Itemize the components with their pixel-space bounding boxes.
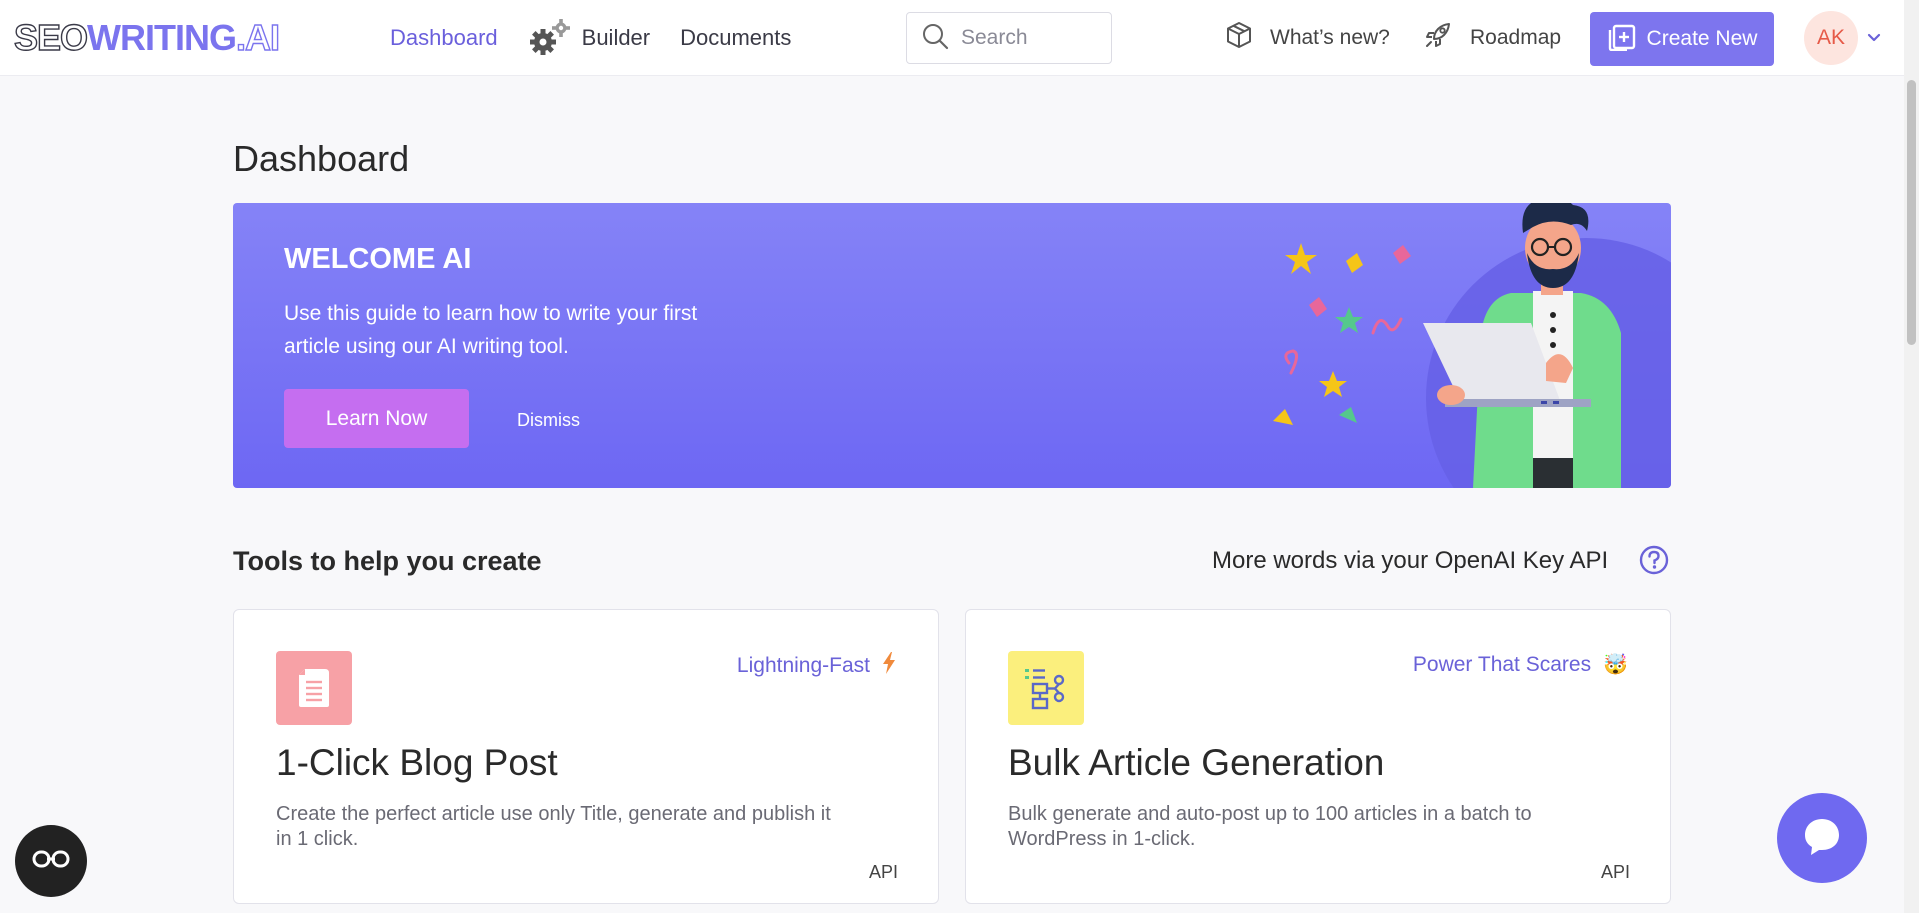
writer-illustration <box>1273 203 1671 488</box>
welcome-banner: WELCOME AI Use this guide to learn how t… <box>233 203 1671 488</box>
learn-now-button[interactable]: Learn Now <box>284 389 469 448</box>
nav-builder-label: Builder <box>581 25 651 50</box>
chat-widget-button[interactable] <box>1777 793 1867 883</box>
logo-seo-text: SEO <box>13 16 88 58</box>
page-scrollbar[interactable] <box>1904 0 1919 913</box>
whats-new-link[interactable]: What’s new? <box>1226 0 1390 76</box>
openai-key-api-link[interactable]: More words via your OpenAI Key API <box>1212 547 1608 575</box>
card-tag: Power That Scares 🤯 <box>1413 652 1628 677</box>
accessibility-toggle-button[interactable] <box>15 825 87 897</box>
logo-writing-text: WRITING <box>87 17 237 58</box>
rocket-icon <box>1424 21 1470 55</box>
card-tag-label: Power That Scares <box>1412 652 1592 676</box>
card-description: Bulk generate and auto-post up to 100 ar… <box>1008 803 1532 850</box>
chat-bubble-icon <box>1799 813 1845 864</box>
card-description: Create the perfect article use only Titl… <box>276 803 831 850</box>
page-title: Dashboard <box>233 138 410 179</box>
question-circle-icon[interactable] <box>1639 545 1669 580</box>
top-navbar: SEO WRITING .AI Dashboard Builder Docume… <box>0 0 1919 76</box>
nav-documents[interactable]: Documents <box>680 25 791 51</box>
add-document-icon <box>1607 21 1647 57</box>
roadmap-link[interactable]: Roadmap <box>1424 0 1561 76</box>
whats-new-label: What’s new? <box>1270 26 1390 49</box>
create-new-button[interactable]: Create New <box>1590 12 1774 66</box>
dismiss-button[interactable]: Dismiss <box>517 410 580 431</box>
nav-documents-label: Documents <box>680 25 792 50</box>
nav-builder[interactable]: Builder <box>528 18 650 58</box>
seowriting-logo[interactable]: SEO WRITING .AI <box>13 16 280 58</box>
avatar-initials: AK <box>1816 26 1845 49</box>
scrollbar-thumb[interactable] <box>1907 80 1916 345</box>
search-input[interactable] <box>961 26 1101 50</box>
glasses-icon <box>31 847 71 876</box>
search-box[interactable] <box>906 12 1112 64</box>
card-title: Bulk Article Generation <box>1008 742 1385 783</box>
banner-title: WELCOME AI <box>284 243 472 275</box>
tool-card-bulk-article[interactable]: Power That Scares 🤯 Bulk Article Generat… <box>965 609 1671 904</box>
flowchart-icon <box>1008 651 1084 725</box>
chevron-down-icon[interactable] <box>1866 30 1882 51</box>
card-tag-label: Lightning-Fast <box>736 654 870 677</box>
nav-dashboard-label: Dashboard <box>390 25 498 50</box>
document-icon <box>276 651 352 725</box>
tool-card-blog-post[interactable]: Lightning-Fast 1-Click Blog Post Create … <box>233 609 939 904</box>
api-badge: API <box>1600 862 1630 882</box>
logo-ai-text: .AI <box>235 16 280 58</box>
create-new-label: Create New <box>1646 27 1758 50</box>
gears-icon <box>528 18 572 58</box>
box-icon <box>1226 21 1270 55</box>
nav-dashboard[interactable]: Dashboard <box>390 25 498 51</box>
card-title: 1-Click Blog Post <box>276 742 558 783</box>
search-icon <box>921 22 949 55</box>
avatar[interactable]: AK <box>1804 11 1858 65</box>
mind-blown-emoji: 🤯 <box>1603 654 1628 676</box>
banner-text: Use this guide to learn how to write you… <box>284 302 698 358</box>
roadmap-label: Roadmap <box>1470 26 1562 49</box>
card-tag: Lightning-Fast <box>737 652 896 680</box>
tools-section-title: Tools to help you create <box>233 546 542 576</box>
main-nav: Dashboard Builder Documents <box>390 0 821 76</box>
lightning-icon <box>882 652 896 680</box>
api-badge: API <box>868 862 898 882</box>
